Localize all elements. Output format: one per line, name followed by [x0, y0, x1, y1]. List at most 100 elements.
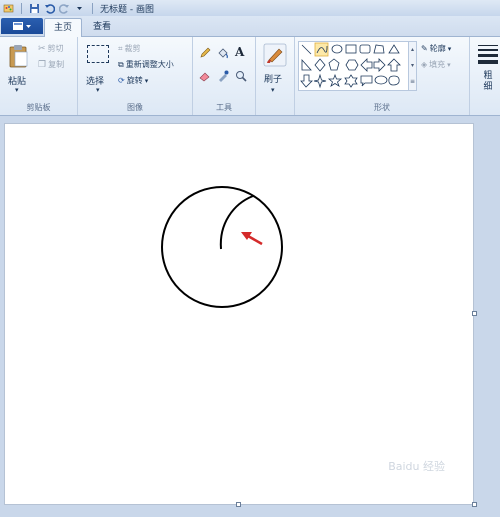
rotate-dropdown-icon: ▾: [144, 76, 149, 85]
brush-icon: [263, 43, 287, 67]
resize-button[interactable]: ⧉ 重新调整大小: [118, 59, 174, 70]
shapes-scroll[interactable]: ▴ ▾ ≡: [408, 41, 417, 91]
crop-label: 裁剪: [124, 44, 141, 53]
separator: [21, 2, 22, 14]
resize-handle-right[interactable]: [472, 311, 477, 316]
arrow-left-shape-icon: [373, 58, 386, 72]
fill-icon: ◈: [421, 60, 428, 69]
group-brushes: 刷子 ▾: [256, 37, 295, 115]
magnifier-icon[interactable]: [235, 70, 247, 82]
select-label: 选择: [86, 77, 105, 87]
brushes-label: 刷子: [264, 75, 283, 85]
callout-cloud-shape-icon: [388, 75, 400, 86]
hexagon-shape-icon: [345, 59, 359, 71]
save-icon[interactable]: [29, 3, 40, 14]
customize-dropdown-icon[interactable]: [74, 3, 85, 14]
five-point-star-shape-icon: [327, 73, 343, 87]
ribbon: 粘贴 ▾ ✂ 剪切 ❐ 复制 剪贴板 选择 ▾ ⌗ 裁剪 ⧉ 重新调整大小 ⟳ …: [0, 37, 500, 116]
line-width-icon: [478, 45, 498, 64]
tab-home[interactable]: 主页: [44, 18, 83, 38]
rotate-button[interactable]: ⟳ 旋转 ▾: [118, 75, 148, 86]
window-title: 无标题 - 画图: [100, 4, 154, 15]
paint-app-icon: [3, 4, 14, 12]
redo-icon[interactable]: [59, 3, 70, 14]
ribbon-tab-row: 主页 查看: [0, 16, 500, 38]
triangle-shape-icon: [388, 44, 400, 54]
fill-label: 填充: [429, 60, 446, 69]
undo-icon[interactable]: [44, 3, 55, 14]
app-menu-icon: [13, 22, 31, 30]
size-button[interactable]: 粗细: [472, 41, 500, 101]
text-tool-icon[interactable]: A: [235, 45, 244, 59]
tab-view[interactable]: 查看: [84, 18, 120, 36]
crop-icon: ⌗: [118, 43, 123, 53]
eraser-icon[interactable]: [199, 70, 211, 82]
arrow-right-shape-icon: [360, 58, 373, 72]
copy-button[interactable]: ❐ 复制: [38, 59, 64, 70]
size-label: 粗细: [483, 71, 493, 92]
right-triangle-shape-icon: [301, 58, 312, 71]
outline-label: 轮廓: [429, 44, 446, 53]
brushes-button[interactable]: 刷子 ▾: [260, 41, 290, 94]
group-shapes: ▴ ▾ ≡ ✎ 轮廓 ▾ ◈ 填充 ▾ 形状: [295, 37, 470, 115]
group-label-shapes: 形状: [374, 103, 390, 112]
rotate-label: 旋转: [126, 76, 143, 85]
pentagon-shape-icon: [328, 58, 340, 71]
callout-rect-shape-icon: [360, 75, 373, 87]
shapes-gallery-icons: [300, 42, 401, 89]
shapes-gallery[interactable]: [298, 41, 410, 91]
color-picker-icon[interactable]: [217, 70, 229, 82]
application-menu-button[interactable]: [1, 18, 43, 34]
paste-button[interactable]: 粘贴 ▾: [6, 41, 32, 94]
arrow-up-shape-icon: [387, 58, 401, 72]
cut-button[interactable]: ✂ 剪切: [38, 43, 64, 54]
fill-button[interactable]: ◈ 填充 ▾: [421, 59, 451, 70]
group-tools: A 工具: [193, 37, 256, 115]
six-point-star-shape-icon: [344, 74, 358, 88]
brushes-dropdown-icon: ▾: [271, 86, 275, 94]
resize-handle-bottom[interactable]: [236, 502, 241, 507]
group-label-image: 图像: [127, 103, 143, 112]
copy-icon: ❐: [38, 59, 47, 70]
drawn-arc: [219, 195, 254, 250]
canvas-scroll-area: Baidu 经验: [0, 116, 500, 517]
outline-button[interactable]: ✎ 轮廓 ▾: [421, 43, 451, 54]
select-icon: [87, 45, 109, 63]
rounded-rectangle-shape-icon: [359, 44, 371, 54]
resize-icon: ⧉: [118, 59, 124, 69]
oval-shape-icon: [331, 44, 343, 54]
cut-label: 剪切: [47, 44, 64, 53]
polygon-shape-icon: [373, 44, 385, 54]
paste-icon: [9, 45, 28, 68]
outline-icon: ✎: [421, 44, 428, 53]
group-image: 选择 ▾ ⌗ 裁剪 ⧉ 重新调整大小 ⟳ 旋转 ▾ 图像: [78, 37, 193, 115]
drawing-canvas[interactable]: Baidu 经验: [4, 123, 474, 505]
title-bar: 无标题 - 画图: [0, 0, 500, 16]
outline-dropdown-icon: ▾: [447, 44, 452, 53]
paste-dropdown-icon: ▾: [15, 86, 19, 94]
line-shape-icon: [301, 44, 312, 55]
scissors-icon: ✂: [38, 43, 46, 54]
four-point-star-shape-icon: [313, 73, 327, 89]
select-button[interactable]: 选择 ▾: [84, 41, 114, 94]
arrow-down-shape-icon: [300, 74, 313, 88]
group-label-tools: 工具: [216, 103, 232, 112]
crop-button[interactable]: ⌗ 裁剪: [118, 43, 141, 54]
copy-label: 复制: [48, 60, 65, 69]
callout-oval-shape-icon: [374, 75, 388, 85]
group-label-clipboard: 剪贴板: [26, 103, 51, 112]
watermark: Baidu 经验: [388, 460, 445, 473]
canvas-drawing: [161, 186, 283, 308]
group-clipboard: 粘贴 ▾ ✂ 剪切 ❐ 复制 剪贴板: [0, 37, 78, 115]
fill-dropdown-icon: ▾: [447, 60, 451, 69]
quick-access-toolbar: [0, 2, 96, 14]
diamond-shape-icon: [314, 58, 326, 72]
select-dropdown-icon: ▾: [96, 86, 100, 94]
resize-handle-corner[interactable]: [472, 502, 477, 507]
separator: [92, 2, 93, 14]
rectangle-shape-icon: [345, 44, 357, 54]
fill-bucket-icon[interactable]: [217, 47, 229, 59]
resize-label: 重新调整大小: [125, 60, 174, 69]
pencil-icon[interactable]: [199, 47, 211, 59]
rotate-icon: ⟳: [118, 76, 125, 85]
